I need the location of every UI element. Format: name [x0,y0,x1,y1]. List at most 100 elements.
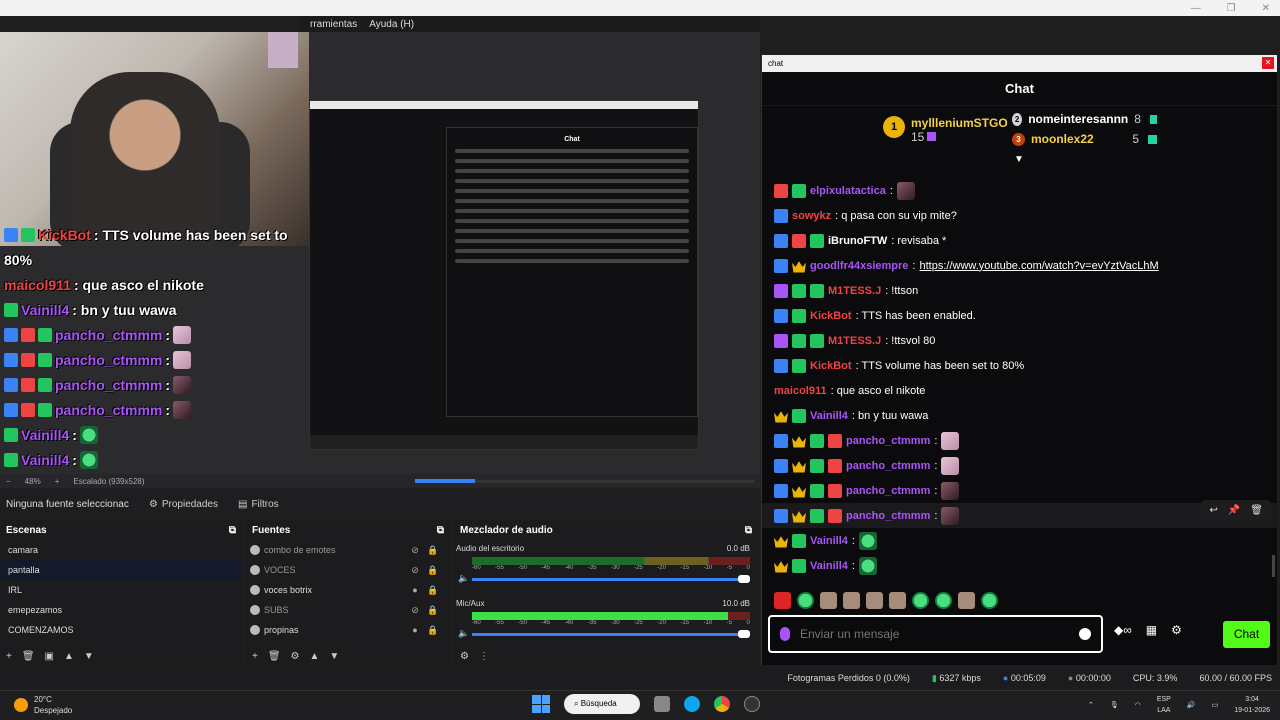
chat-close-button[interactable]: ✕ [1262,57,1274,69]
chat-message-input[interactable] [800,627,1069,641]
emote-icon[interactable] [797,592,814,609]
volume-slider[interactable]: 🔈 [458,628,750,640]
battery-icon[interactable]: ▭ [1212,701,1219,709]
source-item[interactable]: propinas ● 🔒 [246,620,450,640]
leaderboard-third[interactable]: 3 moonlex22 5 [1012,132,1157,146]
move-up-button[interactable]: ▲ [310,651,320,662]
chat-username[interactable]: pancho_ctmmm [846,460,930,472]
chat-message[interactable]: M1TESS.J: !ttsvol 80 [762,328,1278,353]
chat-scrollbar[interactable] [1272,555,1275,577]
zoom-in-icon[interactable]: + [55,477,60,486]
mixer-menu-button[interactable]: ⋮ [479,651,489,662]
minimize-button[interactable]: — [1191,3,1201,14]
lock-icon[interactable]: 🔒 [426,545,440,556]
scene-item[interactable]: pantalla [0,560,242,580]
edge-icon[interactable] [684,696,700,712]
eye-hidden-icon[interactable]: ⊘ [408,545,422,556]
eye-icon[interactable]: ● [408,625,422,635]
chat-send-button[interactable]: Chat [1223,621,1270,648]
wifi-icon[interactable]: ◠ [1135,701,1141,709]
clock[interactable]: 3:04 19-01-2026 [1234,694,1270,716]
volume-knob[interactable] [738,575,750,583]
language-indicator[interactable]: ESP LAA [1157,694,1171,716]
scene-item[interactable]: COMENZAMOS [0,620,242,640]
chat-message[interactable]: KickBot: TTS volume has been set to 80% [762,353,1278,378]
move-up-button[interactable]: ▲ [64,651,74,662]
mic-tray-icon[interactable]: 🎙 [1110,701,1119,709]
move-down-button[interactable]: ▼ [84,651,94,662]
scene-item[interactable]: camara [0,540,242,560]
eye-hidden-icon[interactable]: ⊘ [408,605,422,616]
lock-icon[interactable]: 🔒 [426,565,440,576]
chat-username[interactable]: pancho_ctmmm [846,485,930,497]
lock-icon[interactable]: 🔒 [426,585,440,596]
weather-widget[interactable]: 20°C Despejado [14,694,72,716]
chat-message[interactable]: elpixulatactica: [762,178,1278,203]
chat-username[interactable]: goodlfr44xsiempre [810,260,908,272]
chat-username[interactable]: KickBot [810,310,852,322]
chat-message[interactable]: M1TESS.J: !ttson [762,278,1278,303]
add-source-button[interactable]: + [252,651,258,662]
store-icon[interactable]: ▦ [1146,623,1157,637]
chrome-icon[interactable] [714,696,730,712]
chat-message[interactable]: goodlfr44xsiempre: https://www.youtube.co… [762,253,1278,278]
emoji-icon[interactable] [1079,628,1091,640]
chat-message[interactable]: pancho_ctmmm: [762,428,1278,453]
scene-item[interactable]: emepezamos [0,600,242,620]
emote-icon[interactable] [935,592,952,609]
chat-message[interactable]: Vainill4: [762,528,1278,553]
expand-leaderboard-icon[interactable]: ▼ [1012,154,1026,165]
chat-username[interactable]: Vainill4 [810,535,848,547]
add-scene-button[interactable]: + [6,651,12,662]
chat-link[interactable]: https://www.youtube.com/watch?v=evYztVac… [919,260,1158,272]
dock-menu-icon[interactable]: ⧉ [437,525,444,536]
lock-icon[interactable]: 🔒 [426,625,440,636]
chat-message[interactable]: maicol911: que asco el nikote [762,378,1278,403]
chat-username[interactable]: M1TESS.J [828,285,881,297]
scene-filters-button[interactable]: ▣ [45,651,54,662]
leaderboard-second[interactable]: 2 nomeinteresannn 8 [1012,112,1157,126]
speaker-icon[interactable]: 🔈 [458,573,469,584]
chat-username[interactable]: iBrunoFTW [828,235,887,247]
chat-message[interactable]: Vainill4: bn y tuu wawa [762,403,1278,428]
task-view-icon[interactable] [654,696,670,712]
chat-username[interactable]: pancho_ctmmm [846,510,930,522]
menu-help[interactable]: Ayuda (H) [369,19,414,30]
dock-menu-icon[interactable]: ⧉ [229,525,236,536]
kicks-icon[interactable]: ◆∞ [1114,623,1132,637]
chat-message[interactable]: sowykz: q pasa con su vip mite? [762,203,1278,228]
chat-username[interactable]: M1TESS.J [828,335,881,347]
remove-scene-button[interactable]: 🗑 [22,651,35,662]
tray-chevron-icon[interactable]: ⌃ [1088,701,1094,709]
chat-input-box[interactable] [768,615,1103,653]
emote-icon[interactable] [912,592,929,609]
preview-canvas[interactable]: Chat KickBot: TTS volume has been set to… [0,32,760,474]
close-button[interactable]: ✕ [1262,3,1270,14]
microphone-icon[interactable] [780,627,790,641]
scene-item[interactable]: IRL [0,580,242,600]
delete-icon[interactable]: 🗑 [1250,505,1263,516]
chat-message[interactable]: Vainill4: [762,553,1278,578]
move-down-button[interactable]: ▼ [329,651,339,662]
pin-icon[interactable]: 📌 [1228,505,1240,516]
chat-username[interactable]: pancho_ctmmm [846,435,930,447]
speaker-icon[interactable]: 🔈 [458,628,469,639]
chat-message[interactable]: KickBot: TTS has been enabled. [762,303,1278,328]
start-icon[interactable] [532,695,550,713]
chat-username[interactable]: maicol911 [774,385,827,397]
preview-scroll-thumb[interactable] [415,479,475,483]
source-item[interactable]: SUBS ⊘ 🔒 [246,600,450,620]
volume-slider[interactable]: 🔈 [458,573,750,585]
volume-icon[interactable]: 🔊 [1187,701,1196,709]
volume-knob[interactable] [738,630,750,638]
taskbar-search[interactable]: ⌕ Búsqueda [564,694,640,714]
chat-message[interactable]: iBrunoFTW: revisaba * [762,228,1278,253]
leaderboard-first[interactable]: 1 myllleniumSTGO 15 [883,116,1008,144]
maximize-button[interactable]: ❐ [1227,3,1236,14]
emote-icon[interactable] [843,592,860,609]
emote-icon[interactable] [866,592,883,609]
chat-username[interactable]: elpixulatactica [810,185,886,197]
source-item[interactable]: VOCES ⊘ 🔒 [246,560,450,580]
remove-source-button[interactable]: 🗑 [268,651,281,662]
eye-icon[interactable]: ● [408,585,422,595]
